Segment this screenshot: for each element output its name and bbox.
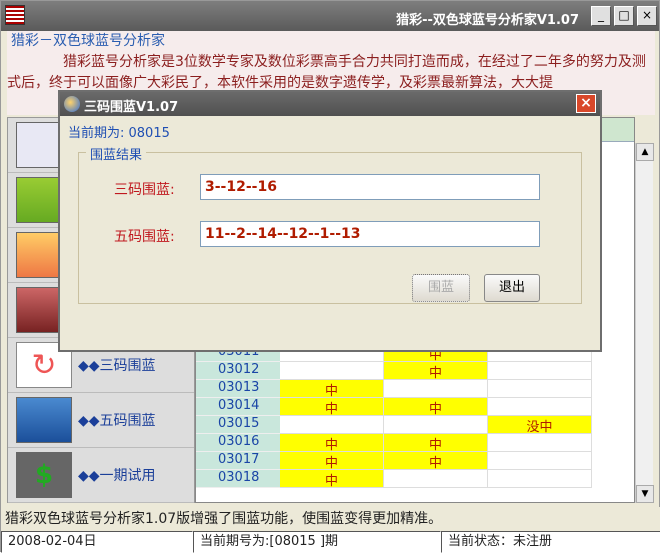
result-cell xyxy=(488,398,592,416)
dialog-app-icon xyxy=(64,96,80,112)
table-row[interactable]: 03013 中 xyxy=(196,380,592,399)
chart-icon xyxy=(16,397,72,443)
result-cell xyxy=(488,362,592,380)
result-cell xyxy=(488,470,592,488)
sidebar-item-label: ◆◆五码围蓝 xyxy=(78,413,156,429)
window-title: 猎彩--双色球蓝号分析家V1.07 xyxy=(396,13,579,28)
sidebar-item-label: ◆◆一期试用 xyxy=(78,468,156,484)
result-cell xyxy=(488,452,592,470)
result-group-label: 围蓝结果 xyxy=(86,144,147,163)
dialog-title: 三码围蓝V1.07 xyxy=(84,100,179,115)
table-row[interactable]: 03018 中 xyxy=(196,470,592,489)
result-cell xyxy=(488,434,592,452)
intro-text: 猎彩蓝号分析家是3位数学专家及数位彩票高手合力共同打造而成，在经过了二年多的努力… xyxy=(7,54,646,91)
result-cell: 中 xyxy=(384,398,488,417)
close-button[interactable]: × xyxy=(637,6,657,26)
result-cell: 中 xyxy=(384,434,488,453)
status-message: 猎彩双色球蓝号分析家1.07版增强了围蓝功能，使围蓝变得更加精准。 xyxy=(1,507,660,531)
table-row[interactable]: 03012 中 xyxy=(196,362,592,381)
issue-cell: 03016 xyxy=(196,434,280,452)
result-cell: 中 xyxy=(384,362,488,381)
scroll-down-icon[interactable]: ▼ xyxy=(636,485,654,503)
issue-cell: 03013 xyxy=(196,380,280,398)
minimize-button[interactable]: _ xyxy=(591,6,611,26)
result-cell: 中 xyxy=(280,434,384,453)
table-row[interactable]: 03017 中中 xyxy=(196,452,592,471)
issue-cell: 03018 xyxy=(196,470,280,488)
result-cell: 中 xyxy=(280,452,384,471)
sidebar-item-trial[interactable]: $ ◆◆一期试用 xyxy=(8,448,194,503)
result-cell xyxy=(280,416,384,434)
table-row[interactable]: 03016 中中 xyxy=(196,434,592,453)
issue-cell: 03017 xyxy=(196,452,280,470)
money-bag-icon: $ xyxy=(16,452,72,498)
five-code-field[interactable]: 11--2--14--12--1--13 xyxy=(200,221,540,247)
result-cell xyxy=(384,416,488,434)
result-cell: 中 xyxy=(280,380,384,399)
intro-heading: 猎彩－双色球蓝号分析家 xyxy=(11,33,165,49)
result-cell: 中 xyxy=(280,470,384,489)
status-state: 当前状态：未注册 xyxy=(441,531,660,553)
status-bar: 2008-02-04日 当前期号为:[08015 ]期 当前状态：未注册 xyxy=(1,531,660,553)
dialog-close-button[interactable]: × xyxy=(576,94,596,113)
issue-cell: 03014 xyxy=(196,398,280,416)
app-icon[interactable] xyxy=(5,5,25,25)
dialog-title-bar[interactable]: 三码围蓝V1.07 × xyxy=(60,92,600,116)
three-code-field[interactable]: 3--12--16 xyxy=(200,174,540,200)
sidebar-item-label: ◆◆三码围蓝 xyxy=(78,358,156,374)
result-cell xyxy=(384,470,488,488)
status-date: 2008-02-04日 xyxy=(1,531,193,553)
result-cell xyxy=(488,380,592,398)
result-cell xyxy=(384,380,488,398)
result-cell xyxy=(280,362,384,380)
status-current-issue: 当前期号为:[08015 ]期 xyxy=(193,531,441,553)
maximize-button[interactable]: □ xyxy=(614,6,634,26)
result-cell: 中 xyxy=(384,452,488,471)
three-code-label: 三码围蓝: xyxy=(114,182,175,198)
result-cell: 没中 xyxy=(488,416,592,435)
issue-cell: 03015 xyxy=(196,416,280,434)
table-row[interactable]: 03014 中中 xyxy=(196,398,592,417)
calculate-button[interactable]: 围蓝 xyxy=(412,274,470,302)
five-code-label: 五码围蓝: xyxy=(114,229,175,245)
scroll-up-icon[interactable]: ▲ xyxy=(636,143,654,161)
vertical-scrollbar[interactable]: ▲ ▼ xyxy=(635,143,654,503)
result-cell: 中 xyxy=(280,398,384,417)
current-period: 当前期为: 08015 xyxy=(68,126,170,141)
sidebar-item-five-code[interactable]: ◆◆五码围蓝 xyxy=(8,393,194,448)
exit-button[interactable]: 退出 xyxy=(484,274,540,302)
title-bar[interactable]: 猎彩--双色球蓝号分析家V1.07 _ □ × xyxy=(1,1,659,31)
three-code-dialog: 三码围蓝V1.07 × 当前期为: 08015 围蓝结果 三码围蓝: 3--12… xyxy=(58,90,602,352)
table-row[interactable]: 03015 没中 xyxy=(196,416,592,435)
issue-cell: 03012 xyxy=(196,362,280,380)
